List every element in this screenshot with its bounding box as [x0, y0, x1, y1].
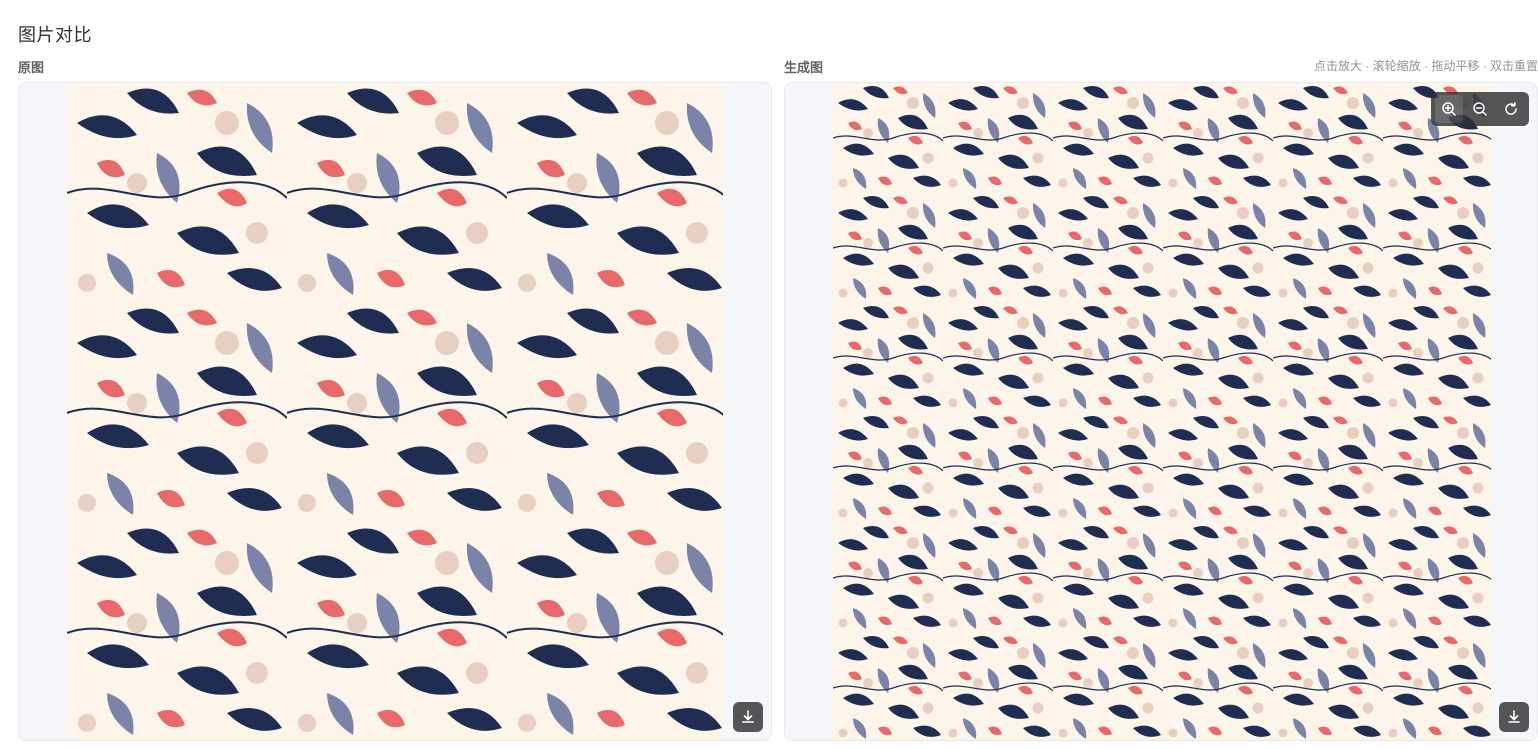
zoom-in-icon [1442, 102, 1457, 116]
reset-button[interactable] [1497, 95, 1525, 123]
interaction-hint: 点击放大 · 滚轮缩放 · 拖动平移 · 双击重置 [1314, 59, 1538, 73]
zoom-out-button[interactable] [1466, 95, 1494, 123]
reset-icon [1504, 102, 1517, 115]
zoom-toolbar [1431, 92, 1529, 126]
generated-image-panel[interactable] [784, 82, 1538, 741]
page-title: 图片对比 [18, 25, 92, 45]
download-icon [1508, 710, 1520, 723]
generated-image[interactable] [833, 83, 1491, 741]
original-label: 原图 [18, 60, 45, 75]
generated-label: 生成图 [784, 60, 824, 75]
original-download-button[interactable] [733, 702, 763, 732]
original-image[interactable] [67, 83, 723, 741]
original-image-panel[interactable] [18, 82, 772, 741]
zoom-out-icon [1473, 102, 1487, 116]
generated-download-button[interactable] [1499, 702, 1529, 732]
download-icon [742, 710, 754, 723]
zoom-in-button[interactable] [1435, 95, 1464, 123]
